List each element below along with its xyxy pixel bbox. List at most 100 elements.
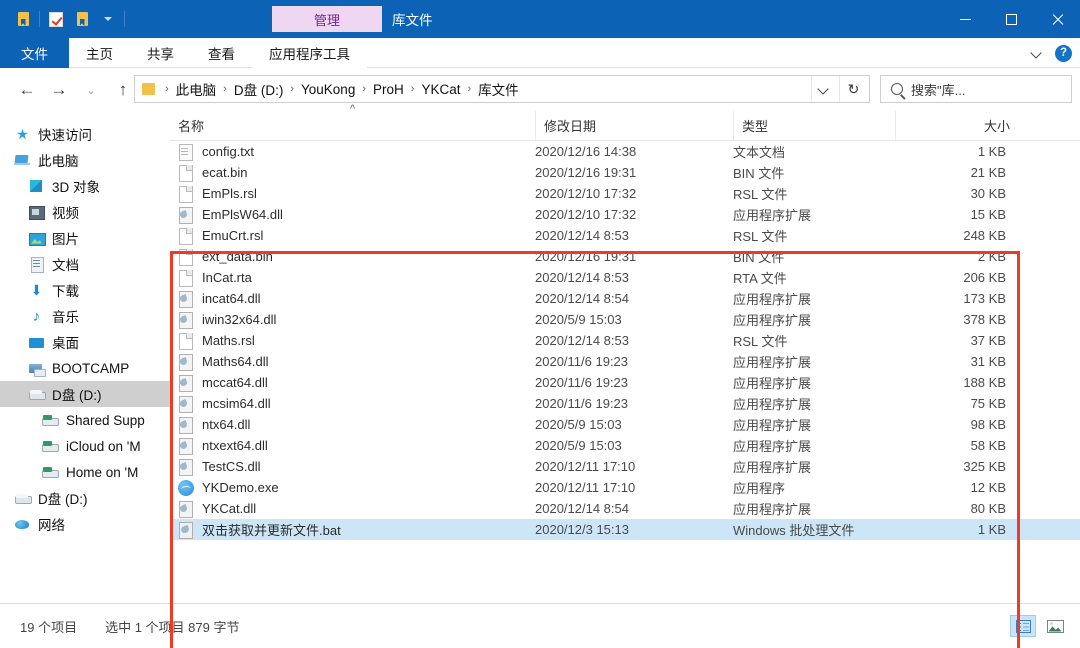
breadcrumb-item-3[interactable]: ProH (371, 82, 406, 97)
file-name-cell: YKDemo.exe (170, 477, 535, 498)
file-type-cell: RSL 文件 (733, 187, 788, 202)
tab-share[interactable]: 共享 (130, 38, 191, 68)
table-row[interactable]: mccat64.dll 2020/11/6 19:23 应用程序扩展 188 KB (170, 372, 1080, 393)
ribbon-right-controls: ? (1032, 38, 1072, 68)
file-date-cell: 2020/5/9 15:03 (535, 312, 622, 327)
up-button[interactable]: ↑ (110, 77, 136, 103)
help-icon[interactable]: ? (1055, 44, 1072, 62)
search-box[interactable]: 搜索"库... (880, 75, 1072, 103)
file-type-cell: 应用程序扩展 (733, 355, 812, 370)
quick-access-toolbar (10, 8, 128, 30)
close-button[interactable] (1034, 0, 1080, 38)
table-row[interactable]: EmuCrt.rsl 2020/12/14 8:53 RSL 文件 248 KB (170, 225, 1080, 246)
details-view-icon (1015, 619, 1031, 633)
content-area: ★ 快速访问 此电脑 3D 对象 视频 图片 文档 ⬇ 下载 ♪ 音乐 桌面 BOOTCAMP D盘 (D… (0, 103, 1080, 648)
table-row[interactable]: mcsim64.dll 2020/11/6 19:23 应用程序扩展 75 KB (170, 393, 1080, 414)
maximize-button[interactable] (988, 0, 1034, 38)
chevron-down-icon[interactable] (1032, 48, 1043, 59)
sidebar-item-4[interactable]: 图片 (0, 225, 170, 251)
sidebar-item-10[interactable]: D盘 (D:) (0, 381, 170, 407)
breadcrumb-item-4[interactable]: YKCat (419, 82, 462, 97)
column-header-date[interactable]: 修改日期 (535, 110, 733, 141)
table-row[interactable]: EmPlsW64.dll 2020/12/10 17:32 应用程序扩展 15 KB (170, 204, 1080, 225)
folder-icon (141, 82, 156, 96)
sidebar-item-12[interactable]: iCloud on 'M (0, 433, 170, 459)
refresh-button[interactable]: ↻ (839, 76, 867, 102)
sidebar-item-2[interactable]: 3D 对象 (0, 173, 170, 199)
explorer-icon[interactable] (10, 8, 36, 30)
table-row[interactable]: ecat.bin 2020/12/16 19:31 BIN 文件 21 KB (170, 162, 1080, 183)
breadcrumb-separator-4: › (410, 83, 415, 95)
sidebar-item-11[interactable]: Shared Supp (0, 407, 170, 433)
breadcrumb: › 此电脑 › D盘 (D:) › YouKong › ProH › YKCat… (160, 79, 521, 99)
bootcamp-drive-icon (28, 360, 46, 377)
file-name-cell: 双击获取并更新文件.bat (170, 519, 535, 540)
back-button[interactable]: ← (14, 77, 40, 103)
tab-application-tools[interactable]: 应用程序工具 (252, 38, 367, 68)
breadcrumb-path-box[interactable]: › 此电脑 › D盘 (D:) › YouKong › ProH › YKCat… (134, 75, 870, 103)
table-row[interactable]: ntx64.dll 2020/5/9 15:03 应用程序扩展 98 KB (170, 414, 1080, 435)
table-row[interactable]: InCat.rta 2020/12/14 8:53 RTA 文件 206 KB (170, 267, 1080, 288)
file-type-cell: 应用程序扩展 (733, 418, 812, 433)
tab-view[interactable]: 查看 (191, 38, 252, 68)
recent-locations-button[interactable]: ⌄ (78, 77, 104, 103)
file-name-cell: ecat.bin (170, 162, 535, 183)
sidebar-item-13[interactable]: Home on 'M (0, 459, 170, 485)
column-header-size[interactable]: 大小 (895, 110, 1020, 141)
breadcrumb-item-2[interactable]: YouKong (299, 82, 357, 97)
generic-file-icon (178, 269, 193, 287)
tab-file[interactable]: 文件 (0, 38, 69, 68)
table-row[interactable]: ext_data.bin 2020/12/16 19:31 BIN 文件 2 KB (170, 246, 1080, 267)
table-row[interactable]: YKCat.dll 2020/12/14 8:54 应用程序扩展 80 KB (170, 498, 1080, 519)
tab-home[interactable]: 主页 (69, 38, 130, 68)
sidebar-item-6[interactable]: ⬇ 下载 (0, 277, 170, 303)
breadcrumb-separator-0: › (165, 83, 169, 95)
view-mode-buttons (1010, 615, 1068, 637)
sidebar-item-7[interactable]: ♪ 音乐 (0, 303, 170, 329)
table-row[interactable]: config.txt 2020/12/16 14:38 文本文档 1 KB (170, 141, 1080, 162)
table-row[interactable]: YKDemo.exe 2020/12/11 17:10 应用程序 12 KB (170, 477, 1080, 498)
search-input[interactable]: 搜索"库... (911, 80, 965, 99)
breadcrumb-item-5[interactable]: 库文件 (476, 79, 521, 99)
generic-file-icon (178, 227, 193, 245)
sidebar-item-1[interactable]: 此电脑 (0, 147, 170, 173)
table-row[interactable]: Maths.rsl 2020/12/14 8:53 RSL 文件 37 KB (170, 330, 1080, 351)
file-size-cell: 325 KB (963, 459, 1006, 474)
sidebar-item-0[interactable]: ★ 快速访问 (0, 121, 170, 147)
table-row[interactable]: TestCS.dll 2020/12/11 17:10 应用程序扩展 325 KB (170, 456, 1080, 477)
table-row[interactable]: EmPls.rsl 2020/12/10 17:32 RSL 文件 30 KB (170, 183, 1080, 204)
3d-objects-icon (28, 178, 45, 195)
dll-file-icon (178, 374, 193, 392)
network-icon (14, 516, 31, 533)
breadcrumb-item-1[interactable]: D盘 (D:) (232, 79, 286, 99)
sidebar-item-15[interactable]: 网络 (0, 511, 170, 537)
file-size-cell: 1 KB (977, 522, 1006, 537)
generic-file-icon (178, 185, 193, 203)
column-header-type[interactable]: 类型 (733, 110, 895, 141)
sidebar-item-8[interactable]: 桌面 (0, 329, 170, 355)
forward-button[interactable]: → (46, 77, 72, 103)
table-row[interactable]: iwin32x64.dll 2020/5/9 15:03 应用程序扩展 378 KB (170, 309, 1080, 330)
new-folder-icon[interactable] (69, 8, 95, 30)
videos-icon (28, 204, 45, 221)
minimize-button[interactable] (942, 0, 988, 38)
sidebar-item-5[interactable]: 文档 (0, 251, 170, 277)
sidebar-item-9[interactable]: BOOTCAMP (0, 355, 170, 381)
customize-dropdown-icon[interactable] (95, 8, 121, 30)
file-rows: config.txt 2020/12/16 14:38 文本文档 1 KB ecat.b… (170, 141, 1080, 603)
breadcrumb-item-0[interactable]: 此电脑 (174, 79, 219, 99)
column-header-name[interactable]: 名称 ^ (170, 103, 535, 141)
sidebar-item-14[interactable]: D盘 (D:) (0, 485, 170, 511)
details-view-button[interactable] (1010, 615, 1036, 637)
large-icons-view-button[interactable] (1042, 615, 1068, 637)
table-row[interactable]: ntxext64.dll 2020/5/9 15:03 应用程序扩展 58 KB (170, 435, 1080, 456)
sidebar-item-3[interactable]: 视频 (0, 199, 170, 225)
table-row[interactable]: incat64.dll 2020/12/14 8:54 应用程序扩展 173 KB (170, 288, 1080, 309)
properties-icon[interactable] (43, 8, 69, 30)
path-dropdown-button[interactable] (811, 76, 837, 102)
breadcrumb-separator-2: › (290, 83, 295, 95)
large-icons-view-icon (1046, 619, 1064, 633)
table-row[interactable]: 双击获取并更新文件.bat 2020/12/3 15:13 Windows 批处理文… (170, 519, 1080, 540)
table-row[interactable]: Maths64.dll 2020/11/6 19:23 应用程序扩展 31 KB (170, 351, 1080, 372)
file-type-cell: Windows 批处理文件 (733, 523, 855, 538)
